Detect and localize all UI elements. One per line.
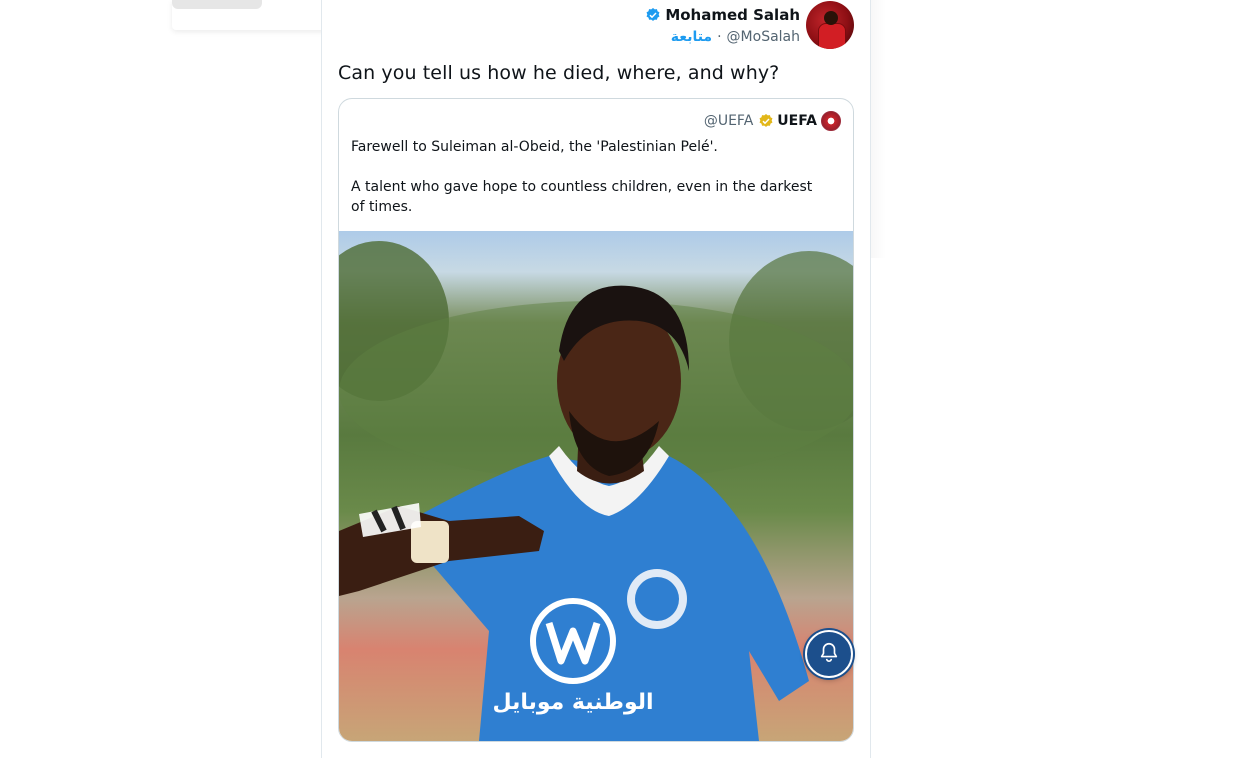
follow-button[interactable]: متابعة (671, 29, 712, 45)
sponsor-text: الوطنية موبايل (492, 690, 653, 715)
tweet-author-header: Mohamed Salah متابعة · @MoSalah (645, 0, 854, 50)
notification-bell-button[interactable] (805, 630, 853, 678)
quoted-tweet-text: Farewell to Suleiman al-Obeid, the 'Pale… (351, 137, 821, 237)
quoted-tweet-header: @UEFA UEFA (704, 111, 841, 131)
tweet-card[interactable]: Mohamed Salah متابعة · @MoSalah Can you … (321, 0, 871, 758)
author-avatar[interactable] (806, 1, 854, 49)
quoted-author-handle[interactable]: @UEFA (704, 113, 753, 129)
author-name[interactable]: Mohamed Salah (665, 6, 800, 24)
author-handle-row: متابعة · @MoSalah (645, 27, 800, 47)
quoted-paragraph: A talent who gave hope to countless chil… (351, 179, 813, 215)
quoted-tweet-photo[interactable]: الوطنية موبايل (339, 231, 853, 741)
tweet-text: Can you tell us how he died, where, and … (338, 62, 780, 84)
quoted-tweet[interactable]: @UEFA UEFA Farewell to Suleiman al-Obeid… (338, 98, 854, 742)
quoted-author-avatar[interactable] (821, 111, 841, 131)
verified-badge-icon (645, 7, 661, 23)
author-handle[interactable]: @MoSalah (727, 29, 800, 45)
author-name-row: Mohamed Salah (645, 4, 800, 26)
right-panel-shadow (870, 0, 886, 258)
gold-verified-badge-icon (758, 113, 774, 129)
author-info: Mohamed Salah متابعة · @MoSalah (645, 4, 800, 47)
side-panel-placeholder (172, 0, 262, 9)
quoted-paragraph: Farewell to Suleiman al-Obeid, the 'Pale… (351, 139, 718, 155)
separator-dot: · (717, 28, 722, 45)
quoted-author-name[interactable]: UEFA (777, 113, 817, 129)
bell-icon (818, 641, 840, 667)
